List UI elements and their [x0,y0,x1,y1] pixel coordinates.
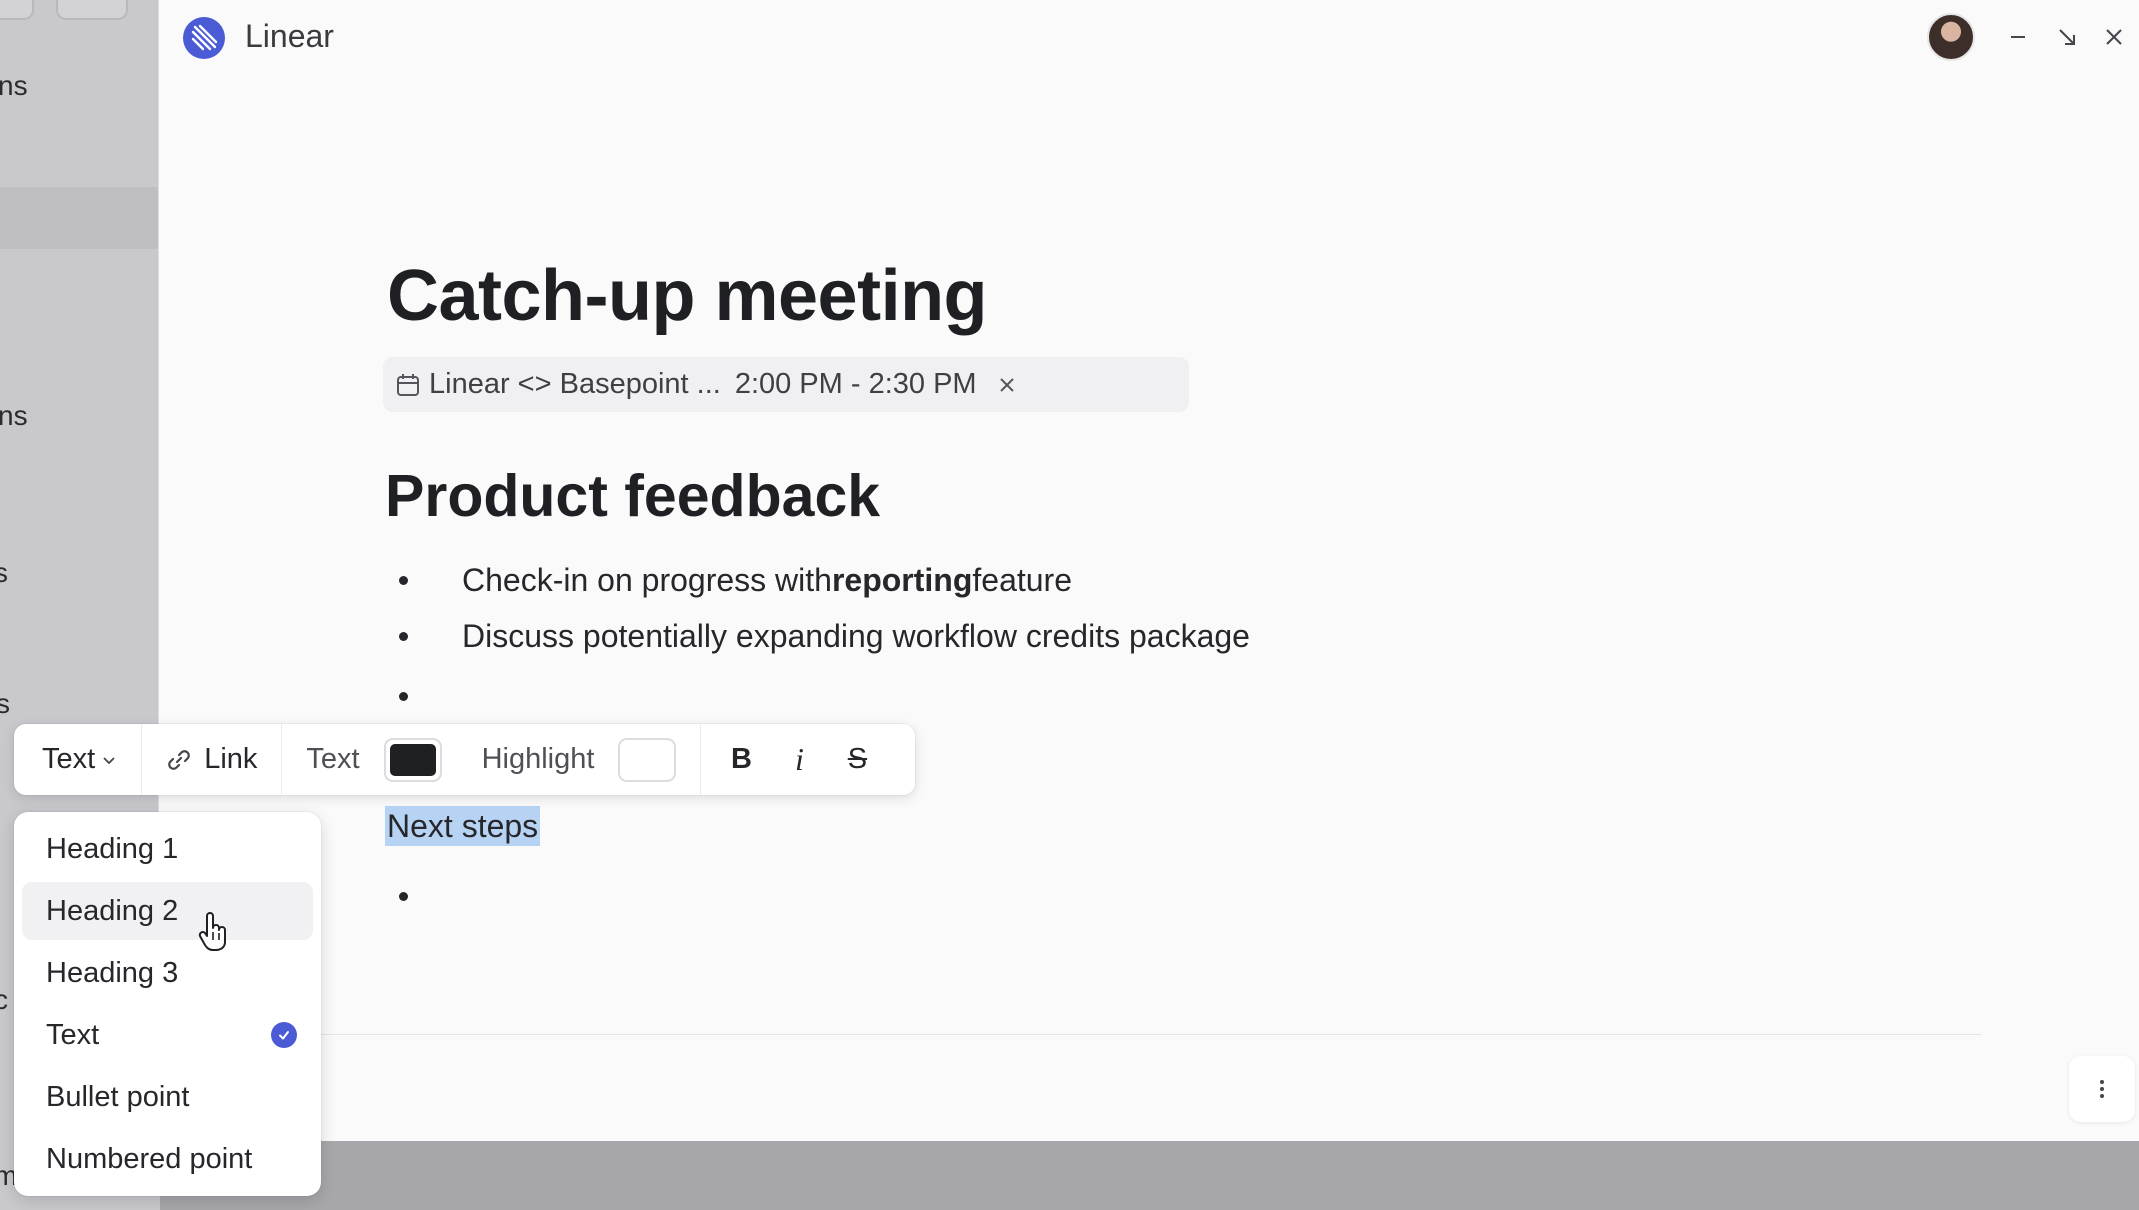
bullet-icon [399,691,408,701]
menu-item-bullet-point[interactable]: Bullet point [22,1068,313,1126]
document-title[interactable]: Catch-up meeting [387,255,988,337]
close-icon[interactable] [2097,20,2131,54]
background-highlight-row [0,187,160,249]
document-window: Linear Catch-up meeting Linear <> Basepo… [158,0,2139,1141]
formatting-toolbar: Text Link Text Highlight B i S [14,724,915,795]
menu-item-label: Text [46,1018,100,1051]
chevron-down-icon [101,752,117,768]
checkmark-icon [271,1022,297,1048]
list-item[interactable]: Check-in on progress with reporting feat… [399,562,1072,599]
bullet-icon [399,576,408,585]
highlight-color-swatch[interactable] [618,737,677,782]
calendar-event-chip[interactable]: Linear <> Basepoint ... 2:00 PM - 2:30 P… [383,357,1189,412]
background-label: ns [0,400,28,431]
user-avatar[interactable] [1927,13,1975,61]
section-heading[interactable]: Product feedback [385,462,880,530]
list-item-text: Discuss potentially expanding workflow c… [462,618,1250,654]
list-item-text-after: feature [972,562,1072,598]
collapse-icon[interactable] [2050,20,2084,54]
block-type-dropdown[interactable]: Text [14,724,143,795]
calendar-icon [395,372,421,398]
list-item[interactable]: Discuss potentially expanding workflow c… [399,618,1250,655]
empty-list-item[interactable] [399,876,462,916]
hand-cursor-icon [198,912,226,951]
italic-button[interactable]: i [781,740,817,780]
selected-text-block[interactable]: Next steps [385,806,541,846]
empty-list-item[interactable] [399,676,462,716]
strikethrough-button[interactable]: S [839,740,875,780]
highlight-label: Highlight [481,743,595,775]
background-label: s [0,557,8,588]
list-item-text-before: Check-in on progress with [462,562,832,598]
event-name: Linear <> Basepoint ... [429,368,721,400]
app-title: Linear [245,18,334,54]
color-controls: Text Highlight [282,724,702,795]
block-type-menu: Heading 1 Heading 2 Heading 3 Text Bulle… [14,812,321,1196]
more-vertical-icon [2100,1080,2104,1098]
text-color-label: Text [306,743,360,775]
menu-item-heading-3[interactable]: Heading 3 [22,944,313,1002]
footer-divider [160,1034,1981,1035]
minimize-icon[interactable] [2001,20,2035,54]
link-button[interactable]: Link [142,724,283,795]
background-bottom-strip [160,1141,2139,1210]
background-label: c [0,984,8,1015]
menu-item-text[interactable]: Text [22,1006,313,1064]
list-item-bold-text: reporting [831,562,973,598]
more-options-button[interactable] [2069,1056,2135,1122]
event-time: 2:00 PM - 2:30 PM [734,368,977,400]
text-color-swatch[interactable] [383,737,442,782]
bullet-icon [399,632,408,641]
background-label: ns [0,70,28,101]
background-button [56,0,128,20]
text-format-controls: B i S [701,724,897,795]
menu-item-heading-1[interactable]: Heading 1 [22,820,313,878]
background-label: s [0,688,10,719]
bullet-icon [399,891,408,901]
menu-item-numbered-point[interactable]: Numbered point [22,1130,313,1188]
link-label: Link [204,743,258,775]
menu-item-heading-2[interactable]: Heading 2 [22,882,313,940]
block-type-label: Text [42,743,96,775]
linear-logo-icon [183,17,225,59]
bold-button[interactable]: B [723,740,759,780]
remove-event-icon[interactable] [997,375,1017,395]
link-icon [166,747,192,773]
background-button [0,0,34,20]
